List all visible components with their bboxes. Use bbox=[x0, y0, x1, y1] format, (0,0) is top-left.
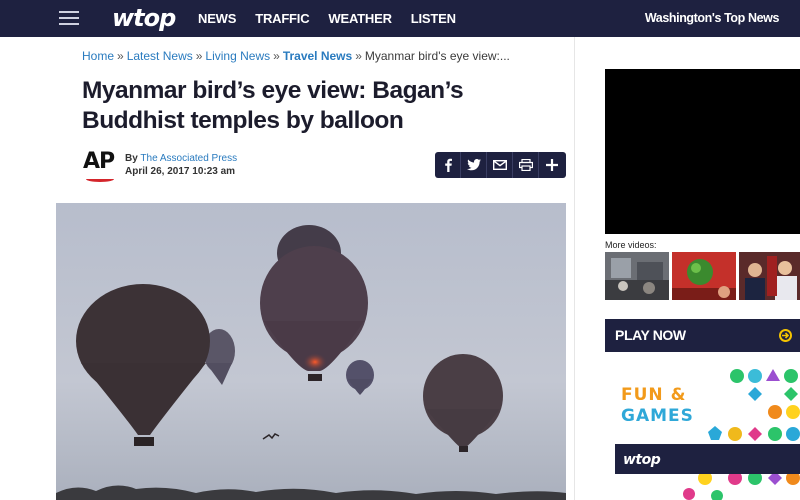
article-title: Myanmar bird’s eye view: Bagan’s Buddhis… bbox=[82, 77, 464, 134]
hot-air-balloons-photo bbox=[56, 203, 566, 500]
more-videos-label: More videos: bbox=[605, 240, 657, 250]
share-toolbar bbox=[435, 152, 566, 178]
print-button[interactable] bbox=[513, 152, 539, 178]
breadcrumb-latest-news[interactable]: Latest News bbox=[127, 49, 193, 63]
article-hero-image bbox=[56, 203, 566, 500]
breadcrumb: Home» Latest News» Living News» Travel News… bbox=[82, 49, 510, 63]
breadcrumb-current: Myanmar bird's eye view:... bbox=[364, 49, 510, 63]
breadcrumb-separator: » bbox=[355, 49, 362, 63]
arrow-right-circle-icon bbox=[779, 329, 792, 342]
ap-logo-text: AP bbox=[83, 149, 115, 174]
nav-weather[interactable]: WEATHER bbox=[328, 0, 392, 37]
email-icon bbox=[492, 160, 507, 170]
ap-logo: AP bbox=[83, 149, 119, 184]
nav-listen[interactable]: LISTEN bbox=[411, 0, 456, 37]
top-navigation-bar: wtop NEWS TRAFFIC WEATHER LISTEN Washing… bbox=[0, 0, 800, 37]
column-divider bbox=[574, 37, 575, 500]
facebook-share-button[interactable] bbox=[435, 152, 461, 178]
fun-and-games-ad-graphic bbox=[605, 360, 800, 500]
site-tagline: Washington's Top News bbox=[644, 11, 780, 25]
site-logo[interactable]: wtop bbox=[112, 4, 176, 32]
plus-icon bbox=[546, 159, 558, 171]
publish-date: April 26, 2017 10:23 am bbox=[125, 166, 236, 177]
main-nav: NEWS TRAFFIC WEATHER LISTEN bbox=[198, 0, 475, 37]
fun-games-title-line1: FUN & bbox=[621, 385, 687, 405]
print-icon bbox=[518, 159, 533, 171]
nav-news[interactable]: NEWS bbox=[198, 0, 236, 37]
nav-traffic[interactable]: TRAFFIC bbox=[255, 0, 309, 37]
more-videos-list bbox=[605, 252, 800, 300]
author-link[interactable]: The Associated Press bbox=[140, 153, 237, 164]
twitter-share-button[interactable] bbox=[461, 152, 487, 178]
breadcrumb-living-news[interactable]: Living News bbox=[205, 49, 270, 63]
breadcrumb-travel-news[interactable]: Travel News bbox=[283, 49, 352, 63]
fun-games-title-line2: GAMES bbox=[621, 406, 694, 426]
breadcrumb-home[interactable]: Home bbox=[82, 49, 114, 63]
video-player[interactable] bbox=[605, 69, 800, 234]
more-share-button[interactable] bbox=[539, 152, 565, 178]
email-share-button[interactable] bbox=[487, 152, 513, 178]
video-thumbnail[interactable] bbox=[672, 252, 736, 300]
video-thumbnail[interactable] bbox=[605, 252, 669, 300]
games-brand-logo: wtop bbox=[623, 452, 661, 468]
twitter-icon bbox=[466, 159, 481, 171]
ap-logo-swoosh bbox=[86, 176, 114, 182]
video-thumbnail[interactable] bbox=[739, 252, 800, 300]
play-now-banner[interactable]: PLAY NOW bbox=[605, 319, 800, 352]
byline: By The Associated Press bbox=[125, 153, 237, 164]
breadcrumb-separator: » bbox=[195, 49, 203, 63]
play-now-label: PLAY NOW bbox=[615, 327, 686, 343]
facebook-icon bbox=[444, 158, 452, 172]
games-advertisement[interactable]: FUN & GAMES wtop bbox=[605, 360, 800, 500]
hamburger-menu-icon[interactable] bbox=[59, 11, 79, 26]
breadcrumb-separator: » bbox=[117, 49, 124, 63]
breadcrumb-separator: » bbox=[273, 49, 280, 63]
byline-prefix: By bbox=[125, 153, 138, 164]
